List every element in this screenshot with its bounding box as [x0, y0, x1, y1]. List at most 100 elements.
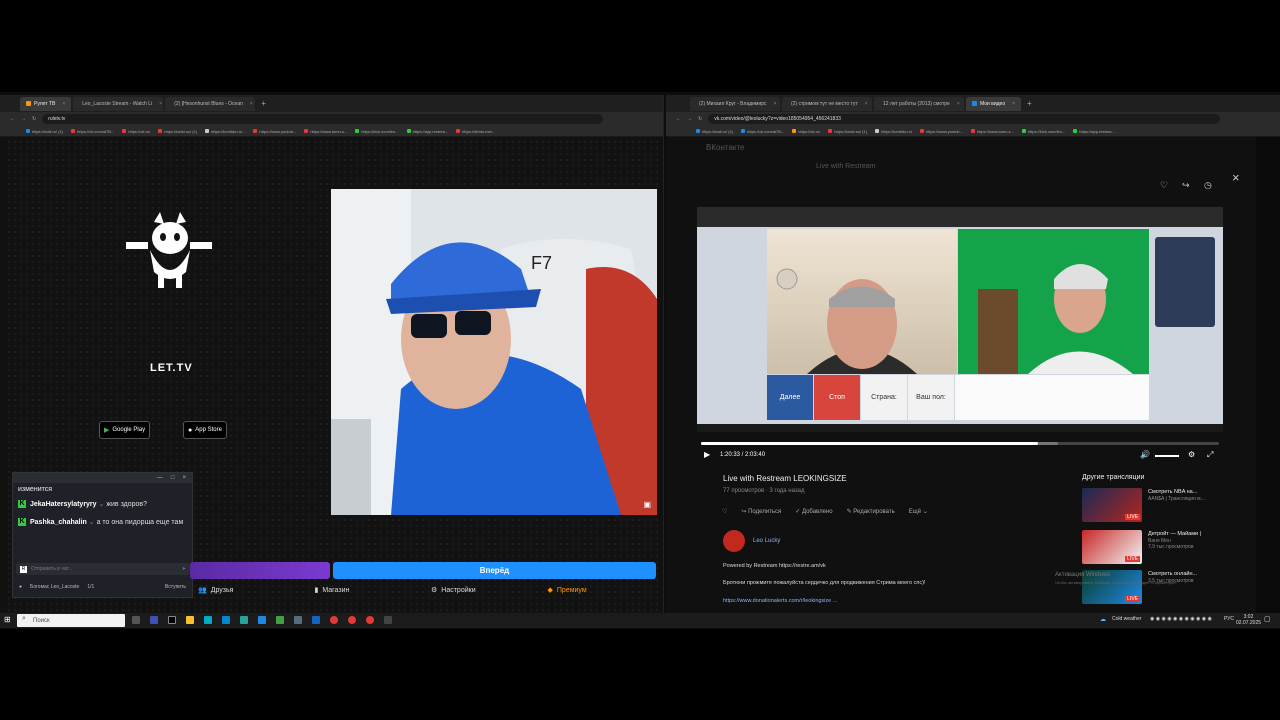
bookmark-item[interactable]: https://dtmto.me/... [456, 129, 495, 134]
app-icon[interactable] [294, 616, 302, 624]
stop-button[interactable]: Стоп [814, 375, 860, 420]
maximize-icon[interactable]: □ [171, 475, 175, 481]
app-icon[interactable] [204, 616, 212, 624]
close-icon[interactable]: × [159, 101, 162, 107]
volume-icon[interactable]: 🔊 [1140, 450, 1150, 459]
donation-link[interactable]: https://www.donationalerts.com/r/leoking… [723, 598, 837, 604]
google-play-button[interactable]: ▶ Google Play [99, 421, 151, 439]
left-tab-1[interactable]: Leo_Lacoste Stream - Watch Li × [73, 96, 164, 111]
app-icon[interactable] [168, 616, 176, 624]
forward-icon[interactable]: → [21, 116, 26, 122]
close-icon[interactable]: × [865, 101, 868, 107]
left-url-field[interactable]: ruletv.tv [42, 114, 603, 124]
bookmark-item[interactable]: https://www.youtub... [920, 129, 963, 134]
chrome-icon[interactable] [348, 616, 356, 624]
taskbar-clock[interactable]: 3:02 02.07.2025 [1236, 614, 1261, 626]
bookmark-item[interactable]: https://kick.com/leo... [1021, 129, 1065, 134]
left-tab-2[interactable]: (2) [Hesonhunst Blues - Ocean × [165, 96, 256, 111]
country-button[interactable]: Страна: [861, 375, 907, 420]
tray-icons[interactable]: ◉ ◉ ◉ ◉ ◉ ◉ ◉ ◉ ◉ ◉ ◉ [1150, 616, 1212, 622]
file-explorer-icon[interactable] [186, 616, 194, 624]
new-tab-icon[interactable]: + [261, 99, 266, 108]
new-tab-icon[interactable]: + [1027, 99, 1032, 108]
chat-username[interactable]: JekaHatersylatyryry [30, 501, 97, 508]
bookmark-item[interactable]: https://mail.ru/ (1) [696, 129, 733, 134]
vk-video-player[interactable]: Далее Стоп Страна: Ваш пол: [697, 207, 1223, 432]
next-button[interactable]: Далее [767, 375, 813, 420]
volume-slider[interactable] [1155, 455, 1179, 457]
bookmark-item[interactable]: https://ok.ru/ [792, 129, 820, 134]
close-icon[interactable]: × [182, 475, 186, 481]
app-icon[interactable] [240, 616, 248, 624]
purple-action-bar[interactable] [190, 562, 330, 579]
right-tab-3[interactable]: Мои видео × [966, 96, 1022, 111]
language-indicator[interactable]: РУС [1224, 616, 1234, 622]
app-icon[interactable] [312, 616, 320, 624]
right-tab-0[interactable]: (2) Михаил Круг - Владимирс × [690, 96, 780, 111]
added-button[interactable]: ✓ Добавлено [795, 508, 832, 515]
close-icon[interactable]: × [1012, 101, 1015, 107]
task-view-icon[interactable] [132, 616, 140, 624]
like-icon[interactable]: ♡ [722, 508, 727, 515]
bookmark-item[interactable]: https://ok.ru/ [122, 129, 150, 134]
heart-icon[interactable]: ♡ [1160, 180, 1168, 191]
app-icon[interactable] [276, 616, 284, 624]
bookmark-item[interactable]: https://www.tomu.s... [304, 129, 347, 134]
close-icon[interactable]: × [773, 101, 776, 107]
author-name[interactable]: Leo Lucky [753, 538, 780, 544]
bookmark-item[interactable]: https://kick.com/leo... [355, 129, 399, 134]
reload-icon[interactable]: ↻ [32, 116, 36, 122]
bookmark-item[interactable]: https://vk.com/al7B... [71, 129, 114, 134]
windows-start-icon[interactable]: ⊞ [4, 615, 11, 624]
bookmark-item[interactable]: https://tanki.su/ (1) [158, 129, 197, 134]
fullscreen-icon[interactable]: ⤢ [1207, 450, 1213, 460]
nav-settings[interactable]: ⚙ Настройки [423, 586, 540, 595]
notification-icon[interactable]: ▢ [1264, 615, 1271, 623]
chat-input[interactable]: R Отправить в чат... ➤ [16, 563, 190, 575]
weather-text[interactable]: Cold weather [1112, 616, 1141, 622]
bookmark-item[interactable]: https://app.restrea... [406, 129, 448, 134]
video-progress-bar[interactable] [701, 442, 1219, 445]
nav-shop[interactable]: ▮ Магазин [307, 586, 424, 595]
close-icon[interactable]: × [957, 101, 960, 107]
chrome-icon[interactable] [330, 616, 338, 624]
bookmark-item[interactable]: https://mail.ru/ (1) [26, 129, 63, 134]
back-icon[interactable]: ← [10, 116, 15, 122]
share-icon[interactable]: ↪ [1182, 180, 1190, 191]
app-icon[interactable] [384, 616, 392, 624]
right-tab-2[interactable]: 12 лет работы (2013) смотре × [874, 96, 964, 111]
close-icon[interactable]: × [1232, 170, 1240, 185]
app-icon[interactable] [258, 616, 266, 624]
chat-footer-action[interactable]: Вступить [165, 584, 186, 590]
clock-icon[interactable]: ◷ [1204, 180, 1212, 191]
more-button[interactable]: Ещё ⌄ [909, 508, 928, 515]
share-button[interactable]: ↪ Поделиться [741, 508, 781, 515]
bookmark-item[interactable]: https://tomtldo.ru/... [205, 129, 245, 134]
video-author[interactable]: Leo Lucky [723, 530, 780, 552]
bookmark-item[interactable]: https://tomtldo.ru/ [875, 129, 912, 134]
video-settings-icon[interactable]: ▣ [643, 500, 651, 509]
edit-button[interactable]: ✎ Редактировать [847, 508, 895, 515]
bookmark-item[interactable]: https://www.youtub... [253, 129, 296, 134]
nav-friends[interactable]: 👥 Друзья [190, 586, 307, 595]
right-tab-1[interactable]: (2) стримом тут не место тут × [782, 96, 872, 111]
send-icon[interactable]: ➤ [182, 566, 186, 572]
left-tab-0[interactable]: Рулет ТВ × [20, 96, 72, 111]
taskbar-search[interactable]: Поиск [17, 614, 125, 627]
webcam-video[interactable]: F7 ▣ [331, 189, 657, 515]
stream-item[interactable]: LIVE Смотреть NBA на... AAN$A | Трансляци… [1082, 488, 1232, 524]
nav-premium[interactable]: ◆ Премиум [540, 586, 657, 595]
settings-icon[interactable]: ⚙ [1188, 450, 1195, 459]
close-icon[interactable]: × [62, 101, 65, 107]
bookmark-item[interactable]: https://app.restrea... [1073, 129, 1115, 134]
bookmark-item[interactable]: https://vk.com/al7B... [741, 129, 784, 134]
reload-icon[interactable]: ↻ [698, 116, 702, 122]
app-icon[interactable] [222, 616, 230, 624]
chat-username[interactable]: Pashka_chahalin [30, 519, 87, 526]
gender-button[interactable]: Ваш пол: [908, 375, 954, 420]
app-store-button[interactable]: ● App Store [183, 421, 227, 439]
minimize-icon[interactable]: — [157, 475, 163, 481]
bookmark-item[interactable]: https://www.tomu.s... [970, 129, 1014, 134]
bookmark-item[interactable]: https://tanki.su/ (1) [828, 129, 867, 134]
app-icon[interactable] [150, 616, 158, 624]
